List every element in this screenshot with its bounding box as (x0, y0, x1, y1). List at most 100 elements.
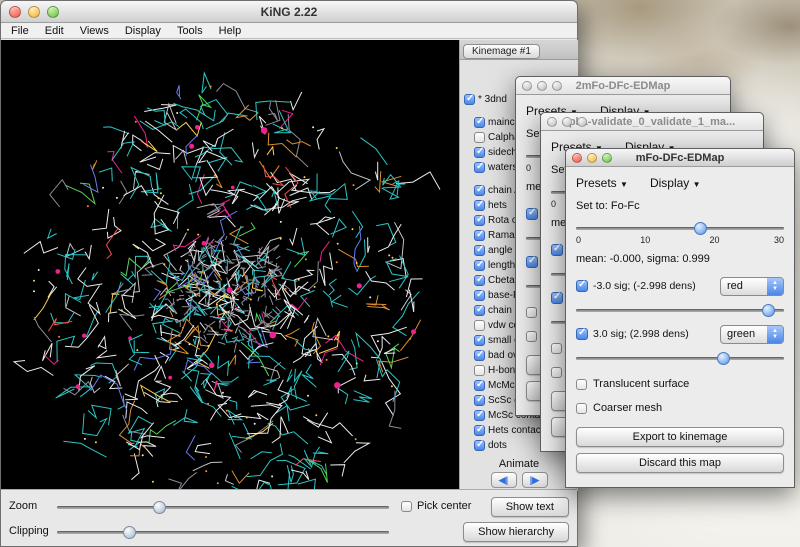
popup-arrows-icon: ▲▼ (767, 326, 783, 343)
display-menu[interactable]: Display ▼ (650, 176, 701, 190)
presets-menu[interactable]: Presets ▼ (576, 176, 628, 190)
map-window-mfo-dfc[interactable]: mFo-DFc-EDMap Presets ▼ Display ▼ Set to… (565, 148, 795, 488)
graphics-viewport[interactable] (1, 40, 459, 491)
high-contour-slider-thumb[interactable] (717, 352, 730, 365)
coarser-mesh-checkbox[interactable] (526, 331, 537, 342)
high-contour-checkbox[interactable] (551, 292, 563, 304)
kinemage-item-checkbox[interactable] (474, 380, 485, 391)
level-slider-thumb[interactable] (694, 222, 707, 235)
kinemage-item-checkbox[interactable] (474, 200, 485, 211)
minimize-button[interactable] (28, 6, 40, 18)
kinemage-item-checkbox[interactable] (474, 425, 485, 436)
low-contour-label: -3.0 sig; (-2.998 dens) (593, 280, 715, 292)
window-titlebar[interactable]: 2mFo-DFc-EDMap (516, 77, 730, 95)
level-slider[interactable] (576, 221, 784, 235)
zoom-window-button[interactable] (577, 117, 587, 127)
king-main-window[interactable]: KiNG 2.22 FileEditViewsDisplayToolsHelp … (0, 0, 578, 547)
high-contour-checkbox[interactable] (526, 256, 538, 268)
close-button[interactable] (572, 153, 582, 163)
animate-prev-button[interactable]: ◀| (491, 472, 517, 488)
low-contour-slider-thumb[interactable] (762, 304, 775, 317)
molecule-render (1, 40, 459, 491)
kinemage-item-checkbox[interactable] (474, 290, 485, 301)
clipping-slider[interactable] (57, 525, 389, 539)
export-to-kinemage-button[interactable]: Export to kinemage (576, 427, 784, 447)
low-contour-checkbox[interactable] (526, 208, 538, 220)
menu-bar[interactable]: FileEditViewsDisplayToolsHelp (1, 23, 577, 39)
kinemage-item-checkbox[interactable] (474, 440, 485, 451)
window-titlebar[interactable]: pka-validate_0_validate_1_ma... (541, 113, 763, 131)
low-contour-checkbox[interactable] (551, 244, 563, 256)
translucent-surface-checkbox[interactable] (576, 379, 587, 390)
kinemage-tabstrip: Kinemage #1 (460, 40, 578, 60)
mean-sigma-label: mean: -0.000, sigma: 0.999 (576, 253, 784, 269)
kinemage-item-checkbox[interactable] (474, 230, 485, 241)
discard-map-button[interactable]: Discard this map (576, 453, 784, 473)
slider-track (57, 531, 389, 534)
kinemage-item-checkbox[interactable] (474, 215, 485, 226)
kinemage-item-checkbox[interactable] (474, 132, 485, 143)
low-contour-color-select[interactable]: red ▲▼ (720, 277, 784, 296)
zoom-slider[interactable] (57, 500, 389, 514)
coarser-mesh-checkbox[interactable] (551, 367, 562, 378)
pick-center-checkbox[interactable] (401, 501, 412, 512)
kinemage-item-checkbox[interactable] (474, 147, 485, 158)
popup-arrows-icon: ▲▼ (767, 278, 783, 295)
kinemage-item-checkbox[interactable] (474, 162, 485, 173)
show-text-button[interactable]: Show text (491, 497, 569, 517)
window-titlebar[interactable]: mFo-DFc-EDMap (566, 149, 794, 167)
kinemage-item-checkbox[interactable] (474, 320, 485, 331)
high-contour-color-select[interactable]: green ▲▼ (720, 325, 784, 344)
close-button[interactable] (547, 117, 557, 127)
high-contour-checkbox[interactable] (576, 328, 588, 340)
zoom-window-button[interactable] (47, 6, 59, 18)
menu-file[interactable]: File (3, 25, 37, 37)
kinemage-item-checkbox[interactable] (474, 245, 485, 256)
slider-track (576, 227, 784, 230)
low-contour-checkbox[interactable] (576, 280, 588, 292)
close-button[interactable] (9, 6, 21, 18)
kinemage-item-label: hets (488, 200, 507, 211)
kinemage-item-checkbox[interactable] (474, 410, 485, 421)
translucent-surface-checkbox[interactable] (526, 307, 537, 318)
kinemage-item-checkbox[interactable] (474, 275, 485, 286)
show-hierarchy-button[interactable]: Show hierarchy (463, 522, 569, 542)
translucent-surface-checkbox[interactable] (551, 343, 562, 354)
kinemage-item-label: * 3dnd (478, 94, 507, 105)
slider-ticks: 0 10 20 30 (576, 235, 784, 247)
kinemage-item-checkbox[interactable] (474, 117, 485, 128)
kinemage-item-checkbox[interactable] (474, 395, 485, 406)
high-contour-slider[interactable] (576, 351, 784, 365)
window-title: KiNG 2.22 (261, 5, 318, 19)
menu-edit[interactable]: Edit (37, 25, 72, 37)
kinemage-item-checkbox[interactable] (474, 305, 485, 316)
kinemage-item-checkbox[interactable] (474, 185, 485, 196)
menu-views[interactable]: Views (72, 25, 117, 37)
kinemage-item-checkbox[interactable] (474, 350, 485, 361)
menu-display[interactable]: Display (117, 25, 169, 37)
clipping-slider-thumb[interactable] (123, 526, 136, 539)
selected-color: red (727, 280, 743, 292)
animate-next-button[interactable]: |▶ (522, 472, 548, 488)
kinemage-item-checkbox[interactable] (464, 94, 475, 105)
minimize-button[interactable] (562, 117, 572, 127)
high-contour-label: 3.0 sig; (2.998 dens) (593, 328, 715, 340)
translucent-surface-label: Translucent surface (593, 378, 689, 390)
minimize-button[interactable] (587, 153, 597, 163)
animate-label: Animate (460, 458, 578, 470)
zoom-slider-thumb[interactable] (153, 501, 166, 514)
kinemage-item-checkbox[interactable] (474, 260, 485, 271)
minimize-button[interactable] (537, 81, 547, 91)
window-titlebar[interactable]: KiNG 2.22 (1, 1, 577, 23)
dropdown-arrow-icon: ▼ (693, 180, 701, 189)
close-button[interactable] (522, 81, 532, 91)
menu-help[interactable]: Help (211, 25, 250, 37)
kinemage-item-checkbox[interactable] (474, 365, 485, 376)
kinemage-tab[interactable]: Kinemage #1 (463, 44, 540, 59)
coarser-mesh-checkbox[interactable] (576, 403, 587, 414)
zoom-window-button[interactable] (552, 81, 562, 91)
low-contour-slider[interactable] (576, 303, 784, 317)
kinemage-item-checkbox[interactable] (474, 335, 485, 346)
menu-tools[interactable]: Tools (169, 25, 211, 37)
zoom-window-button[interactable] (602, 153, 612, 163)
